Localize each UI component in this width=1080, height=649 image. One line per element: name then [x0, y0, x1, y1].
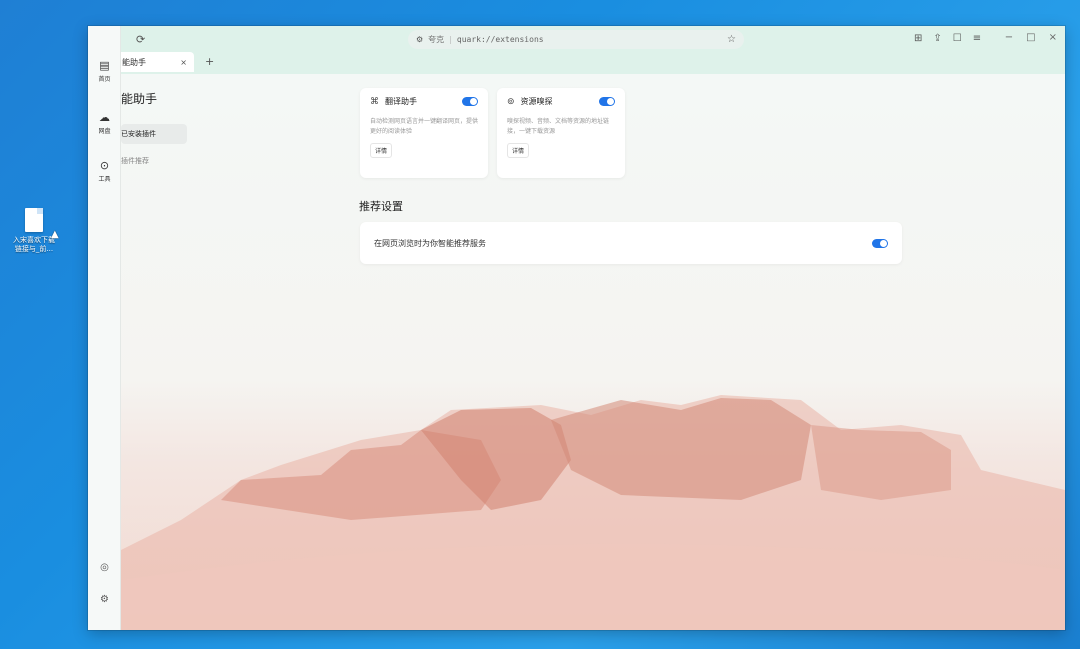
extension-card-resource-sniff: ⊚ 资源嗅探 嗅探视频、音频、文档等资源的地址链接，一键下载资源 详情 [497, 88, 625, 178]
details-button[interactable]: 详情 [507, 143, 530, 158]
page-title: 能助手 [121, 92, 158, 106]
new-tab-button[interactable]: + [205, 55, 214, 68]
tab-close-icon[interactable]: × [180, 58, 187, 67]
section-title: 推荐设置 [359, 200, 403, 213]
translate-toggle[interactable] [462, 97, 478, 106]
translate-icon: ⌘ [370, 96, 379, 107]
close-button[interactable]: × [1049, 32, 1057, 43]
url-text: quark://extensions [456, 35, 544, 44]
recommend-setting-row: 在网页浏览时为你智能推荐服务 [360, 222, 902, 264]
maximize-button[interactable]: □ [1026, 32, 1035, 43]
desert-rock-background [121, 395, 1065, 630]
toolbar-icons: ⊞ ⇪ ☐ ≡ [914, 33, 981, 44]
site-info-icon[interactable]: ⚙ [416, 35, 423, 44]
menu-icon[interactable]: ≡ [973, 33, 981, 44]
recommend-toggle[interactable] [872, 238, 888, 248]
details-button[interactable]: 详情 [370, 143, 393, 158]
card-title: 翻译助手 [385, 97, 417, 106]
sidebar: ▤ 首页 ☁ 网盘 ⊙ 工具 ◎ ⚙ [88, 26, 121, 630]
address-bar[interactable]: ⚙ 夸克 | quark://extensions ☆ [408, 30, 744, 49]
extensions-page: 能助手 已安装插件 插件推荐 ⌘ 翻译助手 自动检测网页语言并一键翻译网页，提供… [121, 74, 1065, 630]
tab-label: 能助手 [122, 57, 146, 67]
title-bar: ⟳ ⚙ 夸克 | quark://extensions ☆ ⊞ ⇪ ☐ ≡ − … [88, 26, 1065, 74]
home-icon: ▤ [99, 59, 110, 72]
grid-icon[interactable]: ⊞ [914, 33, 922, 44]
sidebar-item-cloud[interactable]: ☁ 网盘 [88, 111, 121, 136]
card-title: 资源嗅探 [520, 97, 553, 106]
setting-label: 在网页浏览时为你智能推荐服务 [374, 238, 486, 248]
file-icon [25, 208, 43, 232]
tools-icon: ⊙ [99, 159, 110, 172]
share-icon[interactable]: ⇪ [933, 33, 941, 44]
mouse-cursor-icon: ▲ [51, 229, 59, 240]
sidebar-item-tools[interactable]: ⊙ 工具 [88, 159, 121, 184]
tab-extensions[interactable]: 能助手 × [114, 52, 194, 72]
reload-icon[interactable]: ⟳ [136, 33, 145, 46]
cloud-icon: ☁ [99, 111, 110, 124]
bookmark-star-icon[interactable]: ☆ [727, 34, 736, 45]
resource-sniff-icon: ⊚ [507, 96, 515, 107]
resource-sniff-toggle[interactable] [599, 97, 615, 106]
nav-item-installed[interactable]: 已安装插件 [121, 124, 187, 144]
card-description: 嗅探视频、音频、文档等资源的地址链接，一键下载资源 [507, 118, 610, 135]
sidebar-item-home[interactable]: ▤ 首页 [88, 59, 121, 84]
nav-item-recommended[interactable]: 插件推荐 [121, 156, 149, 166]
account-icon[interactable]: ◎ [88, 562, 121, 573]
card-description: 自动检测网页语言并一键翻译网页，提供更好的阅读体验 [370, 118, 478, 135]
extension-card-translate: ⌘ 翻译助手 自动检测网页语言并一键翻译网页，提供更好的阅读体验 详情 [360, 88, 488, 178]
address-prefix: 夸克 [428, 35, 445, 44]
settings-icon[interactable]: ⚙ [88, 594, 121, 605]
window-controls: − □ × [1005, 32, 1057, 43]
browser-window: ⟳ ⚙ 夸克 | quark://extensions ☆ ⊞ ⇪ ☐ ≡ − … [88, 26, 1065, 630]
bookmarks-icon[interactable]: ☐ [953, 33, 962, 44]
minimize-button[interactable]: − [1005, 32, 1013, 43]
